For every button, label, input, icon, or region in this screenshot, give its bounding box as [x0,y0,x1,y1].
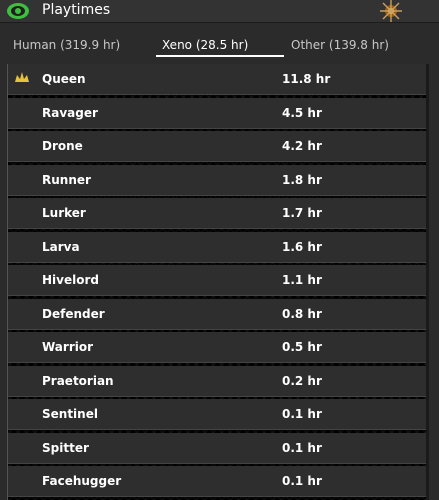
table-row: Praetorian 0.2 hr [8,365,427,397]
role-name: Ravager [42,105,98,120]
role-playtime: 0.8 hr [282,306,322,321]
role-name: Sentinel [42,407,98,421]
role-name: Hivelord [42,273,99,287]
role-name: Warrior [42,340,94,354]
role-name: Spitter [42,440,89,455]
role-playtime: 1.8 hr [282,172,322,187]
role-playtime: 0.5 hr [282,340,322,354]
table-row: Hivelord 1.1 hr [8,265,427,296]
scrollbar-track[interactable] [426,64,429,500]
role-playtime: 4.2 hr [282,139,322,153]
role-name: Larva [42,239,80,254]
role-playtime: 4.5 hr [282,105,322,120]
playtime-table: Queen 11.8 hr Ravager 4.5 hr Drone 4.2 hr Runn… [7,64,427,500]
role-playtime: 0.1 hr [282,474,322,488]
role-playtime: 1.1 hr [282,273,322,287]
role-playtime: 0.1 hr [282,407,322,421]
role-name: Facehugger [42,474,122,488]
tab-other[interactable]: Other (139.8 hr) [291,32,389,58]
table-row: Queen 11.8 hr [8,64,427,95]
tab-xeno[interactable]: Xeno (28.5 hr) [156,32,284,57]
window-title: Playtimes [42,2,111,18]
tab-bar: Human (319.9 hr) Xeno (28.5 hr) Other (1… [0,32,439,58]
crown-icon [15,72,29,82]
role-playtime: 1.7 hr [282,206,322,220]
table-row: Warrior 0.5 hr [8,332,427,363]
role-playtime: 0.1 hr [282,440,322,455]
role-playtime: 1.6 hr [282,239,322,254]
role-name: Praetorian [42,373,114,388]
role-name: Runner [42,172,91,187]
eye-icon [7,3,29,19]
role-playtime: 0.2 hr [282,373,322,388]
table-row: Drone 4.2 hr [8,131,427,162]
table-row: Lurker 1.7 hr [8,198,427,229]
role-name: Drone [42,139,83,153]
table-row: Ravager 4.5 hr [8,97,427,129]
role-name: Queen [42,72,86,86]
table-row: Spitter 0.1 hr [8,432,427,464]
faction-emblem-icon [380,0,402,22]
table-row: Sentinel 0.1 hr [8,399,427,430]
table-row: Larva 1.6 hr [8,231,427,263]
tab-human[interactable]: Human (319.9 hr) [13,32,120,58]
title-bar: Playtimes [0,0,439,23]
table-row: Defender 0.8 hr [8,298,427,330]
table-row: Runner 1.8 hr [8,164,427,196]
role-name: Lurker [42,206,86,220]
role-playtime: 11.8 hr [282,72,331,86]
role-name: Defender [42,306,105,321]
table-row: Facehugger 0.1 hr [8,466,427,497]
